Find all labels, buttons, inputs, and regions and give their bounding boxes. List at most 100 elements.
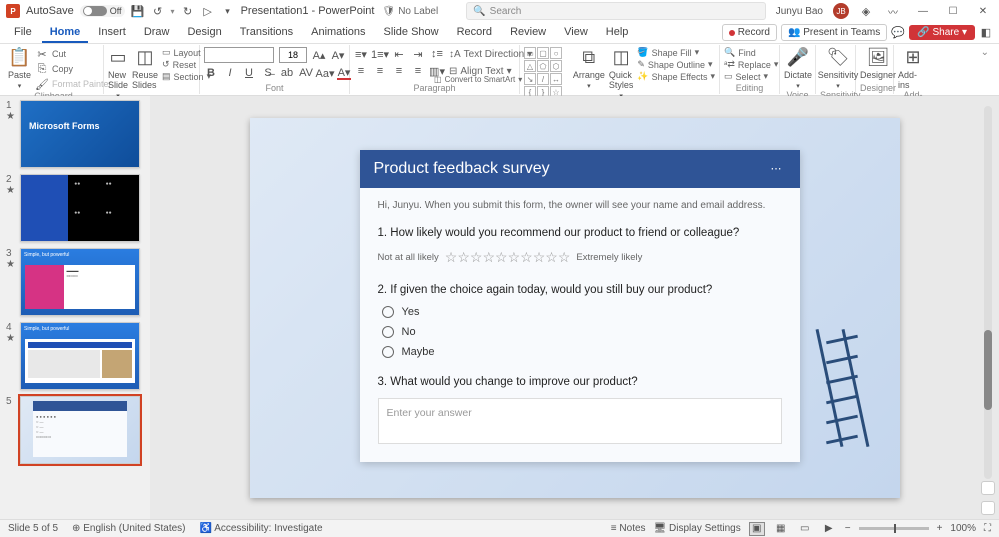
comments-icon[interactable]: 💬 (891, 26, 905, 40)
ribbon-mode-icon[interactable]: 〰 (883, 3, 903, 19)
align-left-icon[interactable]: ≡ (354, 64, 368, 78)
user-name[interactable]: Junyu Bao (776, 6, 823, 17)
slide-canvas[interactable]: Product feedback survey ⋯ Hi, Junyu. Whe… (250, 118, 900, 498)
radio-option-maybe[interactable]: Maybe (382, 346, 782, 358)
shadow-icon[interactable]: ab (280, 66, 294, 80)
search-box[interactable]: 🔍 Search (466, 2, 766, 20)
change-case-icon[interactable]: Aa▾ (318, 66, 332, 80)
star-icon[interactable]: ☆ (445, 249, 458, 265)
slide-scrollbar[interactable] (981, 106, 995, 479)
font-color-icon[interactable]: A▾ (337, 66, 351, 80)
zoom-slider[interactable] (859, 527, 929, 530)
addins-button[interactable]: ⊞Add-ins (898, 47, 928, 90)
pane-toggle-icon[interactable] (981, 501, 995, 515)
convert-smartart-button[interactable]: ◫ Convert to SmartArt ▾ (434, 75, 522, 84)
select-button[interactable]: ▭ Select ▾ (724, 71, 778, 82)
slide-editor[interactable]: Product feedback survey ⋯ Hi, Junyu. Whe… (150, 96, 999, 519)
shape-outline-button[interactable]: ✎ Shape Outline ▾ (637, 59, 715, 70)
sorter-view-icon[interactable]: ▦ (773, 522, 789, 536)
zoom-fit-icon[interactable] (981, 481, 995, 495)
close-icon[interactable]: ✕ (973, 3, 993, 19)
record-button[interactable]: Record (722, 24, 777, 41)
tab-slide-show[interactable]: Slide Show (376, 23, 447, 43)
avatar[interactable]: JB (833, 3, 849, 19)
char-spacing-icon[interactable]: AV (299, 66, 313, 80)
sensitivity-button[interactable]: 🏷Sensitivity▾ (820, 47, 856, 90)
decrease-font-icon[interactable]: A▾ (331, 48, 345, 62)
save-icon[interactable]: 💾 (131, 4, 145, 18)
tab-draw[interactable]: Draw (136, 23, 178, 43)
numbering-icon[interactable]: 1≡▾ (373, 47, 387, 61)
decrease-indent-icon[interactable]: ⇤ (392, 47, 406, 61)
thumbnail-3[interactable]: Simple, but powerful▬▬▬▭▭▭ (20, 248, 140, 316)
align-right-icon[interactable]: ≡ (392, 64, 406, 78)
increase-font-icon[interactable]: A▴ (312, 48, 326, 62)
cut-button[interactable]: ✂Cut (35, 47, 112, 61)
arrange-button[interactable]: ⧉Arrange▾ (573, 47, 605, 90)
copilot-icon[interactable]: ◧ (979, 26, 993, 40)
line-spacing-icon[interactable]: ↕≡ (430, 47, 444, 61)
star-icon[interactable]: ☆ (533, 249, 546, 265)
diamond-icon[interactable]: ◈ (859, 4, 873, 18)
star-icon[interactable]: ☆ (457, 249, 470, 265)
radio-option-no[interactable]: No (382, 326, 782, 338)
justify-icon[interactable]: ≡ (411, 64, 425, 78)
accessibility-status[interactable]: ♿ Accessibility: Investigate (200, 523, 323, 534)
slideshow-view-icon[interactable]: ▶ (821, 522, 837, 536)
tab-view[interactable]: View (556, 23, 596, 43)
redo-icon[interactable]: ↻ (181, 4, 195, 18)
thumbnail-1[interactable]: Microsoft Forms (20, 100, 140, 168)
thumbnail-5[interactable]: ● ● ● ● ● ●○ —○ —○ —▭▭▭▭ (20, 396, 140, 464)
italic-icon[interactable]: I (223, 66, 237, 80)
undo-icon[interactable]: ↺ (151, 4, 165, 18)
tab-transitions[interactable]: Transitions (232, 23, 301, 43)
tab-animations[interactable]: Animations (303, 23, 373, 43)
tab-file[interactable]: File (6, 23, 40, 43)
designer-button[interactable]: 🖼Designer (860, 47, 896, 80)
tab-record[interactable]: Record (449, 23, 500, 43)
star-icon[interactable]: ☆ (495, 249, 508, 265)
star-icon[interactable]: ☆ (545, 249, 558, 265)
underline-icon[interactable]: U (242, 66, 256, 80)
radio-option-yes[interactable]: Yes (382, 306, 782, 318)
new-slide-button[interactable]: ▭New Slide▾ (108, 47, 128, 100)
slide-count[interactable]: Slide 5 of 5 (8, 523, 58, 534)
normal-view-icon[interactable]: ▣ (749, 522, 765, 536)
collapse-ribbon-icon[interactable]: ⌄ (975, 45, 995, 94)
fit-to-window-icon[interactable]: ⛶ (984, 523, 991, 534)
quick-styles-button[interactable]: ◫Quick Styles▾ (609, 47, 634, 100)
tab-design[interactable]: Design (179, 23, 229, 43)
minimize-icon[interactable]: — (913, 3, 933, 19)
font-name-combo[interactable] (204, 47, 274, 63)
star-icon[interactable]: ☆ (558, 249, 571, 265)
thumbnail-panel[interactable]: 1★Microsoft Forms 2★●●●●●●●● 3★Simple, b… (0, 96, 150, 519)
tab-review[interactable]: Review (502, 23, 554, 43)
star-icon[interactable]: ☆ (508, 249, 521, 265)
q3-answer-input[interactable]: Enter your answer (378, 398, 782, 444)
shape-effects-button[interactable]: ✨ Shape Effects ▾ (637, 71, 715, 82)
notes-button[interactable]: ≡ Notes (611, 523, 646, 534)
find-button[interactable]: 🔍 Find (724, 47, 778, 58)
start-slideshow-icon[interactable]: ▷ (201, 4, 215, 18)
font-size-combo[interactable] (279, 47, 307, 63)
share-button[interactable]: 🔗 Share ▾ (909, 25, 975, 40)
increase-indent-icon[interactable]: ⇥ (411, 47, 425, 61)
thumbnail-2[interactable]: ●●●●●●●● (20, 174, 140, 242)
tab-home[interactable]: Home (42, 23, 89, 43)
zoom-in-icon[interactable]: + (937, 523, 943, 534)
strikethrough-icon[interactable]: S̶ (261, 66, 275, 80)
maximize-icon[interactable]: ☐ (943, 3, 963, 19)
reading-view-icon[interactable]: ▭ (797, 522, 813, 536)
present-in-teams-button[interactable]: 👥 Present in Teams (781, 24, 887, 41)
autosave-toggle[interactable]: Off (80, 5, 125, 17)
format-painter-button[interactable]: 🖌Format Painter (35, 77, 112, 91)
sensitivity-label[interactable]: 🛡 No Label (382, 6, 438, 17)
paste-button[interactable]: 📋Paste▾ (8, 47, 31, 90)
form-menu-button[interactable]: ⋯ (767, 162, 786, 175)
qat-customize-icon[interactable]: ▾ (221, 4, 235, 18)
star-icon[interactable]: ☆ (482, 249, 495, 265)
bullets-icon[interactable]: ≡▾ (354, 47, 368, 61)
star-icon[interactable]: ☆ (520, 249, 533, 265)
display-settings-button[interactable]: 🖥 Display Settings (654, 523, 741, 534)
shape-fill-button[interactable]: 🪣 Shape Fill ▾ (637, 47, 715, 58)
